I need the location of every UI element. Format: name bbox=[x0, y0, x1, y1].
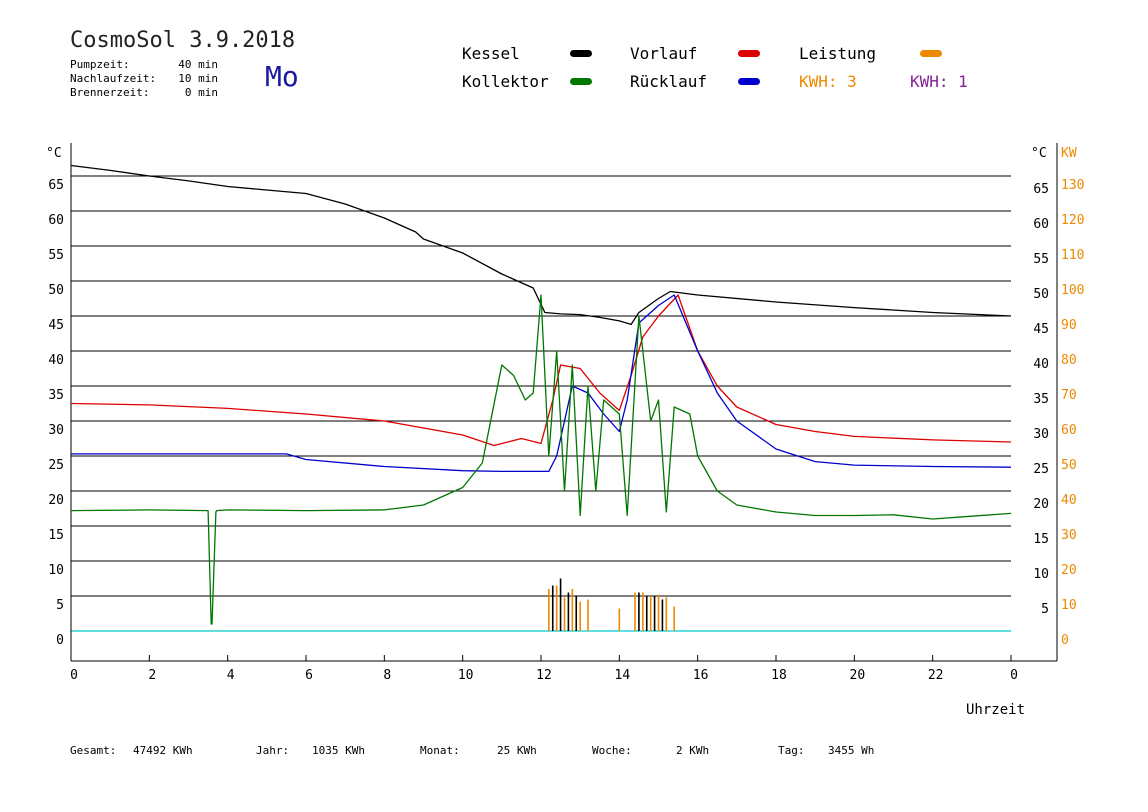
y-tick-right-60: 60 bbox=[1033, 217, 1049, 232]
series-kollektor bbox=[70, 294, 1012, 625]
series-vorlauf bbox=[70, 294, 1012, 447]
axes bbox=[70, 143, 1058, 662]
y-tick-right-65: 65 bbox=[1033, 182, 1049, 197]
footer-tag-value: 3455 Wh bbox=[828, 744, 875, 757]
y-tick-right-25: 25 bbox=[1033, 462, 1049, 477]
y-axis-unit-kw: KW bbox=[1061, 146, 1077, 161]
y-tick-kw-70: 70 bbox=[1061, 388, 1077, 403]
x-tick-0: 0 bbox=[70, 668, 78, 683]
y-tick-kw-50: 50 bbox=[1061, 458, 1077, 473]
x-tick-6: 12 bbox=[536, 668, 552, 683]
y-tick-right-5: 5 bbox=[1041, 602, 1049, 617]
y-tick-left-15: 15 bbox=[48, 528, 64, 543]
x-tick-9: 18 bbox=[771, 668, 787, 683]
y-axis-unit-right: °C bbox=[1031, 146, 1047, 161]
y-tick-kw-20: 20 bbox=[1061, 563, 1077, 578]
y-tick-left-0: 0 bbox=[56, 633, 64, 648]
y-tick-right-10: 10 bbox=[1033, 567, 1049, 582]
x-axis-label: Uhrzeit bbox=[966, 702, 1025, 718]
y-tick-kw-80: 80 bbox=[1061, 353, 1077, 368]
y-tick-right-45: 45 bbox=[1033, 322, 1049, 337]
y-tick-kw-10: 10 bbox=[1061, 598, 1077, 613]
y-axis-unit-left: °C bbox=[46, 146, 62, 161]
y-tick-kw-130: 130 bbox=[1061, 178, 1084, 193]
y-tick-kw-120: 120 bbox=[1061, 213, 1084, 228]
y-tick-left-10: 10 bbox=[48, 563, 64, 578]
footer-monat-value: 25 KWh bbox=[497, 744, 537, 757]
y-tick-left-65: 65 bbox=[48, 178, 64, 193]
y-tick-right-50: 50 bbox=[1033, 287, 1049, 302]
y-tick-kw-100: 100 bbox=[1061, 283, 1084, 298]
y-tick-left-35: 35 bbox=[48, 388, 64, 403]
footer-monat-label: Monat: bbox=[420, 744, 460, 757]
y-tick-left-55: 55 bbox=[48, 248, 64, 263]
y-tick-right-35: 35 bbox=[1033, 392, 1049, 407]
y-tick-kw-40: 40 bbox=[1061, 493, 1077, 508]
tick-labels: °C °C KW0510152025303540455055606551015202… bbox=[46, 146, 1084, 718]
y-tick-left-20: 20 bbox=[48, 493, 64, 508]
footer-gesamt-value: 47492 KWh bbox=[133, 744, 193, 757]
y-tick-kw-0: 0 bbox=[1061, 633, 1069, 648]
y-tick-left-60: 60 bbox=[48, 213, 64, 228]
x-tick-2: 4 bbox=[227, 668, 235, 683]
x-tick-11: 22 bbox=[928, 668, 944, 683]
footer-jahr-value: 1035 KWh bbox=[312, 744, 365, 757]
y-tick-kw-90: 90 bbox=[1061, 318, 1077, 333]
x-tick-1: 2 bbox=[148, 668, 156, 683]
x-tick-3: 6 bbox=[305, 668, 313, 683]
series-rcklauf bbox=[71, 294, 1012, 473]
footer-woche-label: Woche: bbox=[592, 744, 632, 757]
footer-tag-label: Tag: bbox=[778, 744, 805, 757]
line-chart: °C °C KW0510152025303540455055606551015202… bbox=[46, 143, 1084, 718]
y-tick-right-30: 30 bbox=[1033, 427, 1049, 442]
y-tick-kw-30: 30 bbox=[1061, 528, 1077, 543]
y-tick-left-50: 50 bbox=[48, 283, 64, 298]
x-tick-8: 16 bbox=[693, 668, 709, 683]
y-tick-left-40: 40 bbox=[48, 353, 64, 368]
y-tick-kw-110: 110 bbox=[1061, 248, 1084, 263]
y-tick-right-40: 40 bbox=[1033, 357, 1049, 372]
y-tick-left-5: 5 bbox=[56, 598, 64, 613]
grid-lines bbox=[71, 175, 1011, 632]
x-tick-10: 20 bbox=[850, 668, 866, 683]
y-tick-kw-60: 60 bbox=[1061, 423, 1077, 438]
footer-woche-value: 2 KWh bbox=[676, 744, 710, 757]
y-tick-left-30: 30 bbox=[48, 423, 64, 438]
footer-jahr-label: Jahr: bbox=[256, 744, 290, 757]
x-tick-7: 14 bbox=[615, 668, 631, 683]
y-tick-left-25: 25 bbox=[48, 458, 64, 473]
x-tick-12: 0 bbox=[1010, 668, 1018, 683]
x-tick-5: 10 bbox=[458, 668, 474, 683]
y-tick-left-45: 45 bbox=[48, 318, 64, 333]
footer-gesamt-label: Gesamt: bbox=[70, 744, 117, 757]
y-tick-right-20: 20 bbox=[1033, 497, 1049, 512]
y-tick-right-15: 15 bbox=[1033, 532, 1049, 547]
y-tick-right-55: 55 bbox=[1033, 252, 1049, 267]
x-tick-4: 8 bbox=[383, 668, 391, 683]
